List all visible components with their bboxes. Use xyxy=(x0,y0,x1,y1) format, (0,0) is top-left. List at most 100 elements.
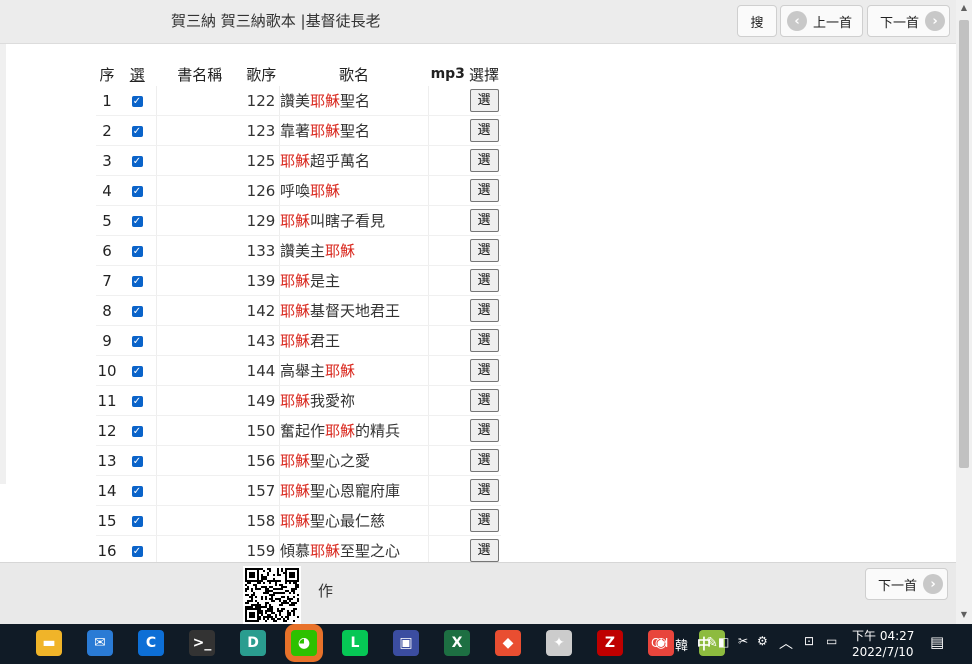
song-title[interactable]: 靠著耶穌聖名 xyxy=(279,115,429,146)
row-checkbox[interactable]: ✓ xyxy=(118,86,157,116)
song-title[interactable]: 讚美主耶穌 xyxy=(279,235,429,266)
lang-indicator[interactable]: CH xyxy=(651,636,668,650)
table-row: 9 ✓ 143 耶穌君王 選 xyxy=(96,325,502,356)
wechat-icon[interactable]: ◕ xyxy=(291,630,317,656)
song-title[interactable]: 耶穌君王 xyxy=(279,325,429,356)
select-button[interactable]: 選 xyxy=(469,389,499,412)
tool-icon[interactable]: ✂ xyxy=(738,634,748,648)
row-checkbox[interactable]: ✓ xyxy=(118,475,157,506)
checkmark-icon: ✓ xyxy=(131,335,143,347)
title-text: 讚美主 xyxy=(280,242,326,260)
book-name-cell xyxy=(156,385,243,416)
song-title[interactable]: 耶穌聖心之愛 xyxy=(279,445,429,476)
vertical-scrollbar[interactable]: ▲ ▼ xyxy=(956,0,972,624)
row-checkbox[interactable]: ✓ xyxy=(118,175,157,206)
next-song-button[interactable]: 下一首 › xyxy=(867,5,950,37)
excel-icon[interactable]: X xyxy=(444,630,470,656)
d-app-icon[interactable]: D xyxy=(240,630,266,656)
row-checkbox[interactable]: ✓ xyxy=(118,415,157,446)
row-index: 12 xyxy=(96,415,118,446)
row-checkbox[interactable]: ✓ xyxy=(118,265,157,296)
row-checkbox[interactable]: ✓ xyxy=(118,505,157,536)
song-title[interactable]: 呼喚耶穌 xyxy=(279,175,429,206)
song-number: 133 xyxy=(243,235,280,266)
clock-time[interactable]: 下午 04:27 xyxy=(852,627,914,644)
select-button[interactable]: 選 xyxy=(469,239,499,262)
title-text: 是主 xyxy=(310,272,341,290)
song-title[interactable]: 傾慕耶穌至聖之心 xyxy=(279,535,429,562)
highlight-text: 耶穌 xyxy=(310,92,341,110)
select-button[interactable]: 選 xyxy=(469,149,499,172)
scroll-down-icon[interactable]: ▼ xyxy=(956,607,972,623)
scroll-thumb[interactable] xyxy=(959,20,969,468)
select-button[interactable]: 選 xyxy=(469,119,499,142)
select-button[interactable]: 選 xyxy=(469,299,499,322)
title-text: 聖心之愛 xyxy=(310,452,371,470)
select-button[interactable]: 選 xyxy=(469,329,499,352)
song-title[interactable]: 耶穌我愛祢 xyxy=(279,385,429,416)
song-title[interactable]: 讚美耶穌聖名 xyxy=(279,86,429,116)
select-button[interactable]: 選 xyxy=(469,539,499,562)
row-checkbox[interactable]: ✓ xyxy=(118,445,157,476)
row-checkbox[interactable]: ✓ xyxy=(118,205,157,236)
settings-icon[interactable]: ⚙ xyxy=(757,634,768,648)
ime-indicator-2[interactable]: 中 xyxy=(697,634,711,654)
mp3-cell xyxy=(428,295,467,326)
half-width-icon[interactable]: ◧ xyxy=(718,635,729,649)
song-number: 156 xyxy=(243,445,280,476)
select-button[interactable]: 選 xyxy=(469,269,499,292)
filezilla-icon[interactable]: Z xyxy=(597,630,623,656)
prev-song-button[interactable]: ‹ 上一首 xyxy=(780,5,863,37)
select-button[interactable]: 選 xyxy=(469,179,499,202)
song-title[interactable]: 奮起作耶穌的精兵 xyxy=(279,415,429,446)
search-button[interactable]: 搜 xyxy=(737,5,777,37)
select-cell: 選 xyxy=(467,265,502,296)
footer-next-song-button[interactable]: 下一首 › xyxy=(865,568,948,600)
terminal-icon[interactable]: >_ xyxy=(189,630,215,656)
select-button[interactable]: 選 xyxy=(469,509,499,532)
select-button[interactable]: 選 xyxy=(469,89,499,112)
song-title[interactable]: 耶穌叫瞎子看見 xyxy=(279,205,429,236)
display-icon[interactable]: ▭ xyxy=(826,634,837,648)
song-title[interactable]: 耶穌聖心最仁慈 xyxy=(279,505,429,536)
song-title[interactable]: 耶穌超乎萬名 xyxy=(279,145,429,176)
ime-indicator-1[interactable]: 韓 xyxy=(675,635,688,654)
book-name-cell xyxy=(156,205,243,236)
row-checkbox[interactable]: ✓ xyxy=(118,385,157,416)
notification-icon[interactable]: ▤ xyxy=(930,633,944,651)
row-checkbox[interactable]: ✓ xyxy=(118,355,157,386)
row-checkbox[interactable]: ✓ xyxy=(118,295,157,326)
select-button[interactable]: 選 xyxy=(469,209,499,232)
table-header-row: 序選 書名稱 歌序 歌名 mp3 選擇 xyxy=(96,62,501,86)
select-button[interactable]: 選 xyxy=(469,419,499,442)
save-app-icon[interactable]: ▣ xyxy=(393,630,419,656)
song-title[interactable]: 耶穌基督天地君王 xyxy=(279,295,429,326)
scroll-up-icon[interactable]: ▲ xyxy=(956,0,972,16)
song-title[interactable]: 高舉主耶穌 xyxy=(279,355,429,386)
row-checkbox[interactable]: ✓ xyxy=(118,115,157,146)
table-row: 13 ✓ 156 耶穌聖心之愛 選 xyxy=(96,445,502,476)
checkmark-icon: ✓ xyxy=(131,95,143,107)
title-text: 我愛祢 xyxy=(310,392,356,410)
select-button[interactable]: 選 xyxy=(469,449,499,472)
chevron-up-icon[interactable]: ︿ xyxy=(779,633,793,653)
clock-date[interactable]: 2022/7/10 xyxy=(852,645,914,659)
line-icon[interactable]: L xyxy=(342,630,368,656)
book-name-cell xyxy=(156,535,243,562)
git-icon[interactable]: ◆ xyxy=(495,630,521,656)
select-button[interactable]: 選 xyxy=(469,479,499,502)
puzzle-app-icon[interactable]: ✦ xyxy=(546,630,572,656)
row-checkbox[interactable]: ✓ xyxy=(118,145,157,176)
c-app-icon[interactable]: C xyxy=(138,630,164,656)
song-number: 142 xyxy=(243,295,280,326)
song-title[interactable]: 耶穌是主 xyxy=(279,265,429,296)
file-explorer-icon[interactable]: ▬ xyxy=(36,630,62,656)
row-checkbox[interactable]: ✓ xyxy=(118,235,157,266)
row-checkbox[interactable]: ✓ xyxy=(118,325,157,356)
table-row: 15 ✓ 158 耶穌聖心最仁慈 選 xyxy=(96,505,502,536)
select-button[interactable]: 選 xyxy=(469,359,499,382)
mail-icon[interactable]: ✉ xyxy=(87,630,113,656)
row-checkbox[interactable]: ✓ xyxy=(118,535,157,562)
song-title[interactable]: 耶穌聖心恩寵府庫 xyxy=(279,475,429,506)
network-icon[interactable]: ⊡ xyxy=(804,634,814,648)
